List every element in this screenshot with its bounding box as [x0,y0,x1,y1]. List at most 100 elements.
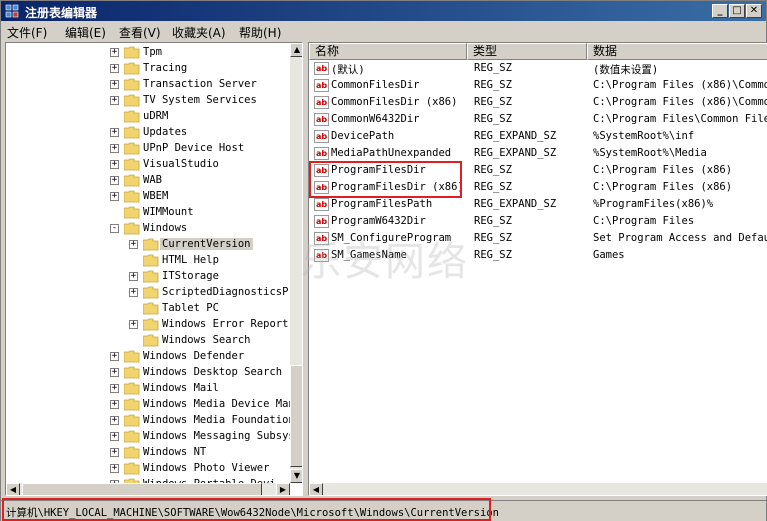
menu-view[interactable]: 查看(V) [119,24,161,41]
value-type: REG_SZ [474,215,512,227]
menu-favorites[interactable]: 收藏夹(A) [172,24,226,41]
value-row[interactable]: ab ProgramFilesPath REG_EXPAND_SZ %ProgramF… [309,196,767,213]
highlight-box-status [2,498,491,521]
folder-icon [124,190,140,203]
expand-icon[interactable]: + [129,272,138,281]
hscroll-thumb[interactable] [22,483,262,495]
menu-help[interactable]: 帮助(H) [239,24,281,41]
value-type: REG_SZ [474,181,512,193]
string-value-icon: ab [314,147,329,160]
tree-item-label: Windows Messaging Subsys [143,430,295,442]
regedit-window: 注册表编辑器 _ □ ✕ 文件(F) 编辑(E) 查看(V) 收藏夹(A) 帮助… [0,0,767,521]
expand-icon[interactable]: + [110,352,119,361]
value-name: MediaPathUnexpanded [331,147,452,159]
value-type: REG_EXPAND_SZ [474,198,557,210]
expand-icon[interactable]: + [110,464,119,473]
value-name: CommonFilesDir (x86) [331,96,458,108]
value-type: REG_SZ [474,249,512,261]
expand-icon[interactable]: + [110,48,119,57]
value-data: Games [593,249,625,261]
menu-edit[interactable]: 编辑(E) [65,24,106,41]
folder-icon [124,446,140,459]
expand-icon[interactable]: + [110,80,119,89]
minimize-button[interactable]: _ [712,4,728,18]
folder-icon [124,46,140,59]
value-data: C:\Program Files (x86)\Common [593,96,767,108]
tree-item-label: Windows Media Device Man [143,398,295,410]
values-scroll-left-button[interactable]: ◀ [309,483,323,495]
collapse-icon[interactable]: - [110,224,119,233]
tree-item-label: WAB [143,174,162,186]
folder-icon [124,110,140,123]
folder-icon [124,382,140,395]
expand-icon[interactable]: + [110,416,119,425]
value-row[interactable]: ab CommonFilesDir REG_SZ C:\Program Files (… [309,77,767,94]
value-row[interactable]: ab (默认) REG_SZ (数值未设置) [309,60,767,77]
column-header-data[interactable]: 数据 [587,43,767,60]
expand-icon[interactable]: + [110,144,119,153]
expand-icon[interactable]: + [110,128,119,137]
value-data: C:\Program Files (x86)\Common [593,79,767,91]
expand-icon[interactable]: + [110,448,119,457]
tree-item-label: Windows Media Foundation [143,414,295,426]
scroll-right-button[interactable]: ▶ [276,483,290,495]
scroll-left-button[interactable]: ◀ [6,483,20,495]
title-bar[interactable]: 注册表编辑器 _ □ ✕ [1,1,766,21]
folder-icon [124,350,140,363]
folder-icon [124,222,140,235]
tree-item-label: Windows NT [143,446,207,458]
regedit-icon [5,4,19,18]
value-row[interactable]: ab CommonFilesDir (x86) REG_SZ C:\Program F… [309,94,767,111]
tree-item-label: VisualStudio [143,158,219,170]
expand-icon[interactable]: + [110,368,119,377]
scroll-up-button[interactable]: ▲ [290,43,302,57]
expand-icon[interactable]: + [110,176,119,185]
folder-icon [143,238,159,251]
value-row[interactable]: ab DevicePath REG_EXPAND_SZ %SystemRoot%\in… [309,128,767,145]
expand-icon[interactable]: + [110,432,119,441]
tree-item-label: WBEM [143,190,169,202]
string-value-icon: ab [314,62,329,75]
value-type: REG_SZ [474,96,512,108]
value-row[interactable]: ab CommonW6432Dir REG_SZ C:\Program Files\C… [309,111,767,128]
column-header-name[interactable]: 名称 [309,43,467,60]
folder-icon [124,462,140,475]
tree-item-label: Windows [143,222,188,234]
folder-icon [124,398,140,411]
scroll-thumb[interactable] [290,365,302,467]
tree-item-label: HTML Help [162,254,219,266]
folder-icon [143,286,159,299]
tree-item-label: Windows Error Report [162,318,289,330]
value-row[interactable]: ab ProgramW6432Dir REG_SZ C:\Program Files [309,213,767,230]
tree-horizontal-scrollbar[interactable]: ◀ ▶ [6,483,290,495]
value-data: %SystemRoot%\Media [593,147,707,159]
expand-icon[interactable]: + [110,96,119,105]
value-data: (数值未设置) [593,64,659,76]
folder-icon [143,302,159,315]
string-value-icon: ab [314,113,329,126]
expand-icon[interactable]: + [110,160,119,169]
expand-icon[interactable]: + [110,384,119,393]
folder-icon [124,78,140,91]
string-value-icon: ab [314,215,329,228]
expand-icon[interactable]: + [129,320,138,329]
column-header-type[interactable]: 类型 [467,43,587,60]
folder-icon [143,334,159,347]
tree-item-label: Windows Defender [143,350,245,362]
scroll-down-button[interactable]: ▼ [290,469,302,483]
value-row[interactable]: ab MediaPathUnexpanded REG_EXPAND_SZ %Syste… [309,145,767,162]
menu-file[interactable]: 文件(F) [7,24,47,41]
expand-icon[interactable]: + [110,64,119,73]
folder-icon [124,414,140,427]
expand-icon[interactable]: + [129,240,138,249]
tree-item-label: Windows Desktop Search [143,366,283,378]
close-button[interactable]: ✕ [746,4,762,18]
values-horizontal-scrollbar[interactable]: ◀ [309,483,767,495]
tree-item-label: TV System Services [143,94,257,106]
expand-icon[interactable]: + [110,400,119,409]
expand-icon[interactable]: + [110,192,119,201]
expand-icon[interactable]: + [129,288,138,297]
string-value-icon: ab [314,198,329,211]
key-tree-pane[interactable]: + Tpm + Tracing + Transaction Server + TV Syste… [5,42,303,496]
maximize-button[interactable]: □ [729,4,745,18]
